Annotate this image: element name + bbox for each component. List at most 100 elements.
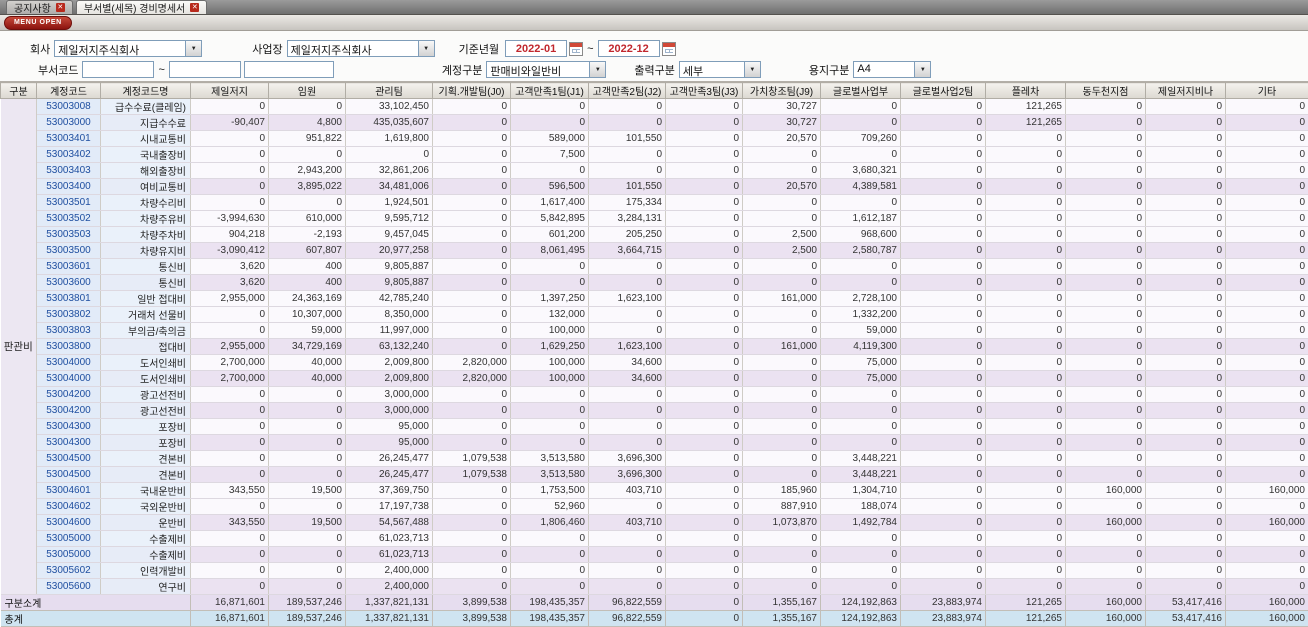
column-header[interactable]: 기획.개발팀(J0) bbox=[433, 83, 511, 99]
grand-total-row[interactable]: 총계16,871,601189,537,2461,337,821,1313,89… bbox=[1, 611, 1308, 627]
paper-type-select[interactable]: A4▼ bbox=[853, 61, 931, 78]
column-header[interactable]: 제일저지비나 bbox=[1146, 83, 1226, 99]
dept-code-from-input[interactable] bbox=[82, 61, 154, 78]
table-row[interactable]: 판관비53003008급수수료(클레임)0033,102,450000030,7… bbox=[1, 99, 1308, 115]
value-cell: 2,943,200 bbox=[269, 163, 346, 179]
period-to-input[interactable] bbox=[598, 40, 660, 57]
account-type-select[interactable]: 판매비와일반비▼ bbox=[486, 61, 606, 78]
value-cell: 160,000 bbox=[1066, 515, 1146, 531]
table-row[interactable]: 53003802거래처 선물비010,307,0008,350,0000132,… bbox=[1, 307, 1308, 323]
column-header[interactable]: 기타 bbox=[1226, 83, 1308, 99]
table-row[interactable]: 53003803부의금/축의금059,00011,997,0000100,000… bbox=[1, 323, 1308, 339]
column-header[interactable]: 동두천지점 bbox=[1066, 83, 1146, 99]
value-cell: 0 bbox=[743, 371, 821, 387]
column-header[interactable]: 고객만족3팀(J3) bbox=[666, 83, 743, 99]
column-header[interactable]: 구분 bbox=[1, 83, 37, 99]
value-cell: 0 bbox=[1146, 579, 1226, 595]
calendar-icon[interactable] bbox=[569, 42, 583, 56]
value-cell: 0 bbox=[433, 259, 511, 275]
table-row[interactable]: 53005000수출제비0061,023,71300000000000 bbox=[1, 531, 1308, 547]
dept-code-to-input[interactable] bbox=[169, 61, 241, 78]
table-row[interactable]: 53004000도서인쇄비2,700,00040,0002,009,8002,8… bbox=[1, 355, 1308, 371]
value-cell: 0 bbox=[269, 451, 346, 467]
column-header[interactable]: 고객만족2팀(J2) bbox=[589, 83, 666, 99]
table-row[interactable]: 53004000도서인쇄비2,700,00040,0002,009,8002,8… bbox=[1, 371, 1308, 387]
dept-name-field[interactable] bbox=[244, 61, 334, 78]
value-cell: 0 bbox=[1066, 323, 1146, 339]
column-header[interactable]: 임원 bbox=[269, 83, 346, 99]
table-row[interactable]: 53003600통신비3,6204009,805,88700000000000 bbox=[1, 275, 1308, 291]
column-header[interactable]: 글로벌사업2팀 bbox=[901, 83, 986, 99]
table-row[interactable]: 53003000지급수수료-90,4074,800435,035,6070000… bbox=[1, 115, 1308, 131]
table-row[interactable]: 53004500견본비0026,245,4771,079,5383,513,58… bbox=[1, 467, 1308, 483]
value-cell: 0 bbox=[821, 531, 901, 547]
table-row[interactable]: 53003601통신비3,6204009,805,88700000000000 bbox=[1, 259, 1308, 275]
table-row[interactable]: 53003800접대비2,955,00034,729,16963,132,240… bbox=[1, 339, 1308, 355]
value-cell: 20,570 bbox=[743, 131, 821, 147]
calendar-icon[interactable] bbox=[662, 42, 676, 56]
value-cell: 0 bbox=[191, 451, 269, 467]
period-from-input[interactable] bbox=[505, 40, 567, 57]
value-cell: 4,119,300 bbox=[821, 339, 901, 355]
value-cell: 160,000 bbox=[1226, 515, 1308, 531]
value-cell: 0 bbox=[1146, 483, 1226, 499]
table-row[interactable]: 53004500견본비0026,245,4771,079,5383,513,58… bbox=[1, 451, 1308, 467]
value-cell: 0 bbox=[1146, 99, 1226, 115]
value-cell: 0 bbox=[821, 275, 901, 291]
value-cell: 0 bbox=[433, 419, 511, 435]
table-row[interactable]: 53004600운반비343,55019,50054,567,48801,806… bbox=[1, 515, 1308, 531]
table-row[interactable]: 53003501차량수리비001,924,50101,617,400175,33… bbox=[1, 195, 1308, 211]
column-header[interactable]: 고객만족1팀(J1) bbox=[511, 83, 589, 99]
table-row[interactable]: 53003402국내출장비00007,500000000000 bbox=[1, 147, 1308, 163]
value-cell: 0 bbox=[433, 547, 511, 563]
value-cell: 19,500 bbox=[269, 483, 346, 499]
menu-open-button[interactable]: MENU OPEN bbox=[4, 16, 72, 30]
table-row[interactable]: 53005000수출제비0061,023,71300000000000 bbox=[1, 547, 1308, 563]
table-row[interactable]: 53004300포장비0095,00000000000000 bbox=[1, 419, 1308, 435]
value-cell: 0 bbox=[666, 403, 743, 419]
column-header[interactable]: 글로벌사업부 bbox=[821, 83, 901, 99]
site-select[interactable]: 제일저지주식회사▼ bbox=[287, 40, 435, 57]
account-code-cell: 53003402 bbox=[37, 147, 101, 163]
close-icon[interactable]: ✕ bbox=[190, 3, 199, 12]
value-cell: 0 bbox=[1146, 147, 1226, 163]
table-row[interactable]: 53004200광고선전비003,000,00000000000000 bbox=[1, 387, 1308, 403]
account-code-cell: 53004200 bbox=[37, 403, 101, 419]
tab-notice[interactable]: 공지사항 ✕ bbox=[6, 0, 73, 14]
value-cell: 0 bbox=[433, 211, 511, 227]
value-cell: 0 bbox=[666, 451, 743, 467]
table-row[interactable]: 53003403해외출장비02,943,20032,861,206000003,… bbox=[1, 163, 1308, 179]
column-header[interactable]: 계정코드 bbox=[37, 83, 101, 99]
value-cell: 0 bbox=[269, 195, 346, 211]
table-row[interactable]: 53004200광고선전비003,000,00000000000000 bbox=[1, 403, 1308, 419]
table-row[interactable]: 53003401시내교통비0951,8221,619,8000589,00010… bbox=[1, 131, 1308, 147]
table-row[interactable]: 53004300포장비0095,00000000000000 bbox=[1, 435, 1308, 451]
table-row[interactable]: 53003502차량주유비-3,994,630610,0009,595,7120… bbox=[1, 211, 1308, 227]
column-header[interactable]: 계정코드명 bbox=[101, 83, 191, 99]
account-code-cell: 53004602 bbox=[37, 499, 101, 515]
value-cell: 0 bbox=[191, 467, 269, 483]
table-row[interactable]: 53003503차량주차비904,218-2,1939,457,0450601,… bbox=[1, 227, 1308, 243]
subtotal-row[interactable]: 구분소계16,871,601189,537,2461,337,821,1313,… bbox=[1, 595, 1308, 611]
value-cell: 4,800 bbox=[269, 115, 346, 131]
table-row[interactable]: 53004602국외운반비0017,197,738052,96000887,91… bbox=[1, 499, 1308, 515]
column-header[interactable]: 관리팀 bbox=[346, 83, 433, 99]
close-icon[interactable]: ✕ bbox=[56, 3, 65, 12]
period-tilde: ~ bbox=[587, 43, 593, 55]
value-cell: 0 bbox=[1146, 339, 1226, 355]
table-row[interactable]: 53003500차량유지비-3,090,412607,80720,977,258… bbox=[1, 243, 1308, 259]
value-cell: 0 bbox=[191, 179, 269, 195]
table-row[interactable]: 53005600연구비002,400,00000000000000 bbox=[1, 579, 1308, 595]
value-cell: 0 bbox=[433, 387, 511, 403]
table-row[interactable]: 53003400여비교통비03,895,02234,481,0060596,50… bbox=[1, 179, 1308, 195]
tab-expense-report[interactable]: 부서별(세목) 경비명세서 ✕ bbox=[76, 0, 207, 14]
table-row[interactable]: 53003801일반 접대비2,955,00024,363,16942,785,… bbox=[1, 291, 1308, 307]
table-row[interactable]: 53004601국내운반비343,55019,50037,369,75001,7… bbox=[1, 483, 1308, 499]
table-row[interactable]: 53005602인력개발비002,400,00000000000000 bbox=[1, 563, 1308, 579]
column-header[interactable]: 플레차 bbox=[986, 83, 1066, 99]
output-type-select[interactable]: 세부▼ bbox=[679, 61, 761, 78]
column-header[interactable]: 제일저지 bbox=[191, 83, 269, 99]
company-select[interactable]: 제일저지주식회사▼ bbox=[54, 40, 202, 57]
column-header[interactable]: 가치창조팀(J9) bbox=[743, 83, 821, 99]
value-cell: 0 bbox=[1226, 419, 1308, 435]
